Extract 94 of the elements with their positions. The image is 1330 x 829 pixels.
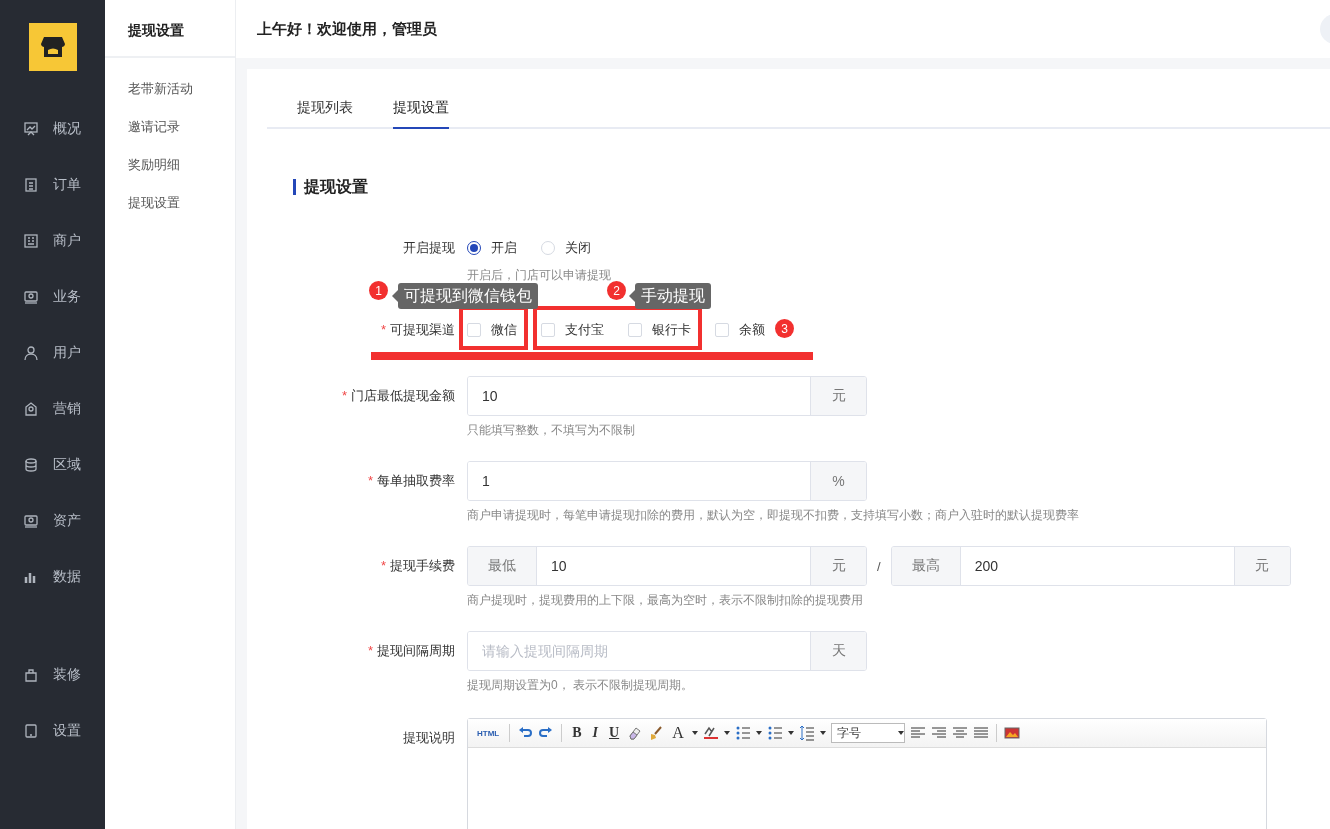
numbered-list-icon[interactable] — [734, 725, 751, 741]
subnav-item[interactable]: 提现设置 — [105, 184, 235, 222]
field-hint: 提现周期设置为0， 表示不限制提现周期。 — [467, 677, 694, 694]
input-prefix: 最高 — [891, 547, 961, 585]
align-center-icon[interactable] — [951, 725, 968, 741]
required-mark: * — [380, 322, 386, 337]
checkbox[interactable] — [467, 323, 481, 337]
input-group[interactable]: 10 元 — [467, 376, 867, 416]
nav-icon — [23, 121, 39, 137]
nav-item[interactable]: 区域 — [0, 437, 105, 493]
nav-icon — [23, 667, 39, 683]
image-icon[interactable] — [1003, 725, 1020, 741]
nav-icon — [23, 723, 39, 739]
greeting: 上午好！欢迎使用，管理员 — [257, 19, 437, 39]
field-hint: 开启后，门店可以申请提现 — [467, 268, 612, 282]
field-hint: 商户申请提现时，每笔申请提现扣除的费用，默认为空，即提现不扣费，支持填写小数；商户入驻时的默认提现费率 — [467, 507, 1080, 524]
checkbox[interactable] — [715, 323, 729, 337]
brush-icon[interactable] — [648, 725, 665, 741]
radio-label: 开启 — [491, 239, 517, 257]
field-label: 可提现渠道 — [390, 322, 455, 337]
input-group[interactable]: 最高 200 元 — [890, 546, 1291, 586]
nav-item[interactable]: 设置 — [0, 703, 105, 759]
font-color-button[interactable]: A — [669, 724, 687, 742]
input-group[interactable]: 1 % — [467, 461, 867, 501]
field-label: 门店最低提现金额 — [351, 388, 455, 403]
annotation-tooltip: 可提现到微信钱包 — [392, 283, 538, 309]
required-mark: * — [380, 558, 386, 573]
nav-item[interactable]: 业务 — [0, 269, 105, 325]
required-mark: * — [341, 388, 347, 403]
required-mark: * — [367, 473, 373, 488]
checkbox-label: 微信 — [491, 321, 517, 339]
checkbox-label: 银行卡 — [652, 321, 691, 339]
nav-item[interactable]: 营销 — [0, 381, 105, 437]
input-suffix: 元 — [810, 377, 866, 415]
shop-icon — [39, 35, 66, 59]
nav-item[interactable]: 用户 — [0, 325, 105, 381]
input-group[interactable]: 请输入提现间隔周期 天 — [467, 631, 867, 671]
radio-option[interactable]: 开启 — [467, 239, 517, 257]
nav-icon — [23, 401, 39, 417]
annotation-tooltip: 手动提现 — [629, 283, 711, 309]
checkbox[interactable] — [541, 323, 555, 337]
radio-option[interactable]: 关闭 — [541, 239, 591, 257]
field-hint: 商户提现时，提现费用的上下限，最高为空时，表示不限制扣除的提现费用 — [467, 592, 864, 609]
italic-button[interactable]: I — [589, 725, 601, 741]
number-badge: 2 — [607, 281, 626, 300]
nav-item[interactable]: 数据 — [0, 549, 105, 605]
bullet-list-icon[interactable] — [766, 725, 783, 741]
font-size-select[interactable]: 字号 — [830, 723, 905, 743]
subnav-item[interactable]: 奖励明细 — [105, 146, 235, 184]
range-separator: / — [877, 558, 881, 574]
nav-icon — [23, 457, 39, 473]
align-left-icon[interactable] — [909, 725, 926, 741]
field-label: 开启提现 — [403, 240, 455, 255]
justify-icon[interactable] — [972, 725, 989, 741]
underline-button[interactable]: U — [606, 725, 623, 741]
nav-item[interactable]: 订单 — [0, 157, 105, 213]
field-label: 提现说明 — [403, 730, 455, 745]
html-button[interactable]: HTML — [474, 728, 503, 738]
input-prefix: 最低 — [468, 547, 537, 585]
field-label: 每单抽取费率 — [377, 473, 455, 488]
checkbox[interactable] — [628, 323, 642, 337]
radio-label: 关闭 — [565, 239, 591, 257]
field-label: 提现手续费 — [390, 558, 455, 573]
nav-item[interactable]: 资产 — [0, 493, 105, 549]
subnav-item[interactable]: 邀请记录 — [105, 108, 235, 146]
field-label: 提现间隔周期 — [377, 643, 455, 658]
rich-text-editor[interactable]: HTML B I U A 字号 — [467, 718, 1267, 829]
input-suffix: 天 — [810, 632, 866, 670]
highlight-icon[interactable] — [702, 725, 719, 741]
tab[interactable]: 提现列表 — [297, 99, 353, 129]
align-right-icon[interactable] — [930, 725, 947, 741]
number-badge: 1 — [369, 281, 388, 300]
nav-icon — [23, 233, 39, 249]
required-mark: * — [367, 643, 373, 658]
input-suffix: 元 — [810, 547, 866, 585]
nav-item[interactable]: 商户 — [0, 213, 105, 269]
line-height-icon[interactable] — [798, 725, 815, 741]
nav-icon — [23, 345, 39, 361]
field-hint: 只能填写整数，不填写为不限制 — [467, 422, 636, 439]
tab[interactable]: 提现设置 — [393, 99, 449, 129]
nav-icon — [23, 177, 39, 193]
number-badge: 3 — [775, 319, 794, 338]
subnav-item[interactable]: 老带新活动 — [105, 70, 235, 108]
checkbox-label: 余额 — [739, 321, 765, 339]
bold-button[interactable]: B — [569, 725, 585, 741]
nav-icon — [23, 513, 39, 529]
checkbox-label: 支付宝 — [565, 321, 604, 339]
nav-item[interactable]: 概况 — [0, 101, 105, 157]
input-group[interactable]: 最低 10 元 — [467, 546, 867, 586]
section-title: 提现设置 — [293, 179, 1330, 195]
input-suffix: % — [810, 462, 866, 500]
nav-icon — [23, 289, 39, 305]
input-suffix: 元 — [1233, 547, 1290, 585]
nav-item[interactable]: 装修 — [0, 647, 105, 703]
